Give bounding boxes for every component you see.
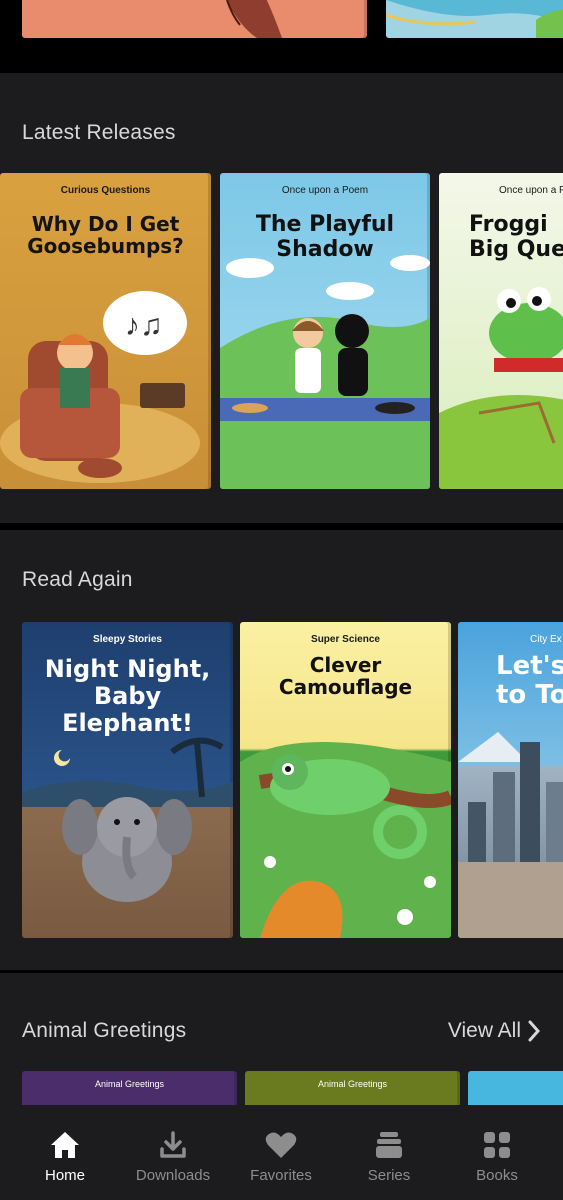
- book-card-froggi[interactable]: Once upon a P Froggi Big Que: [439, 173, 563, 489]
- top-carousel: [0, 0, 563, 72]
- nav-books[interactable]: Books: [442, 1105, 552, 1200]
- book-series: Super Science: [311, 634, 380, 645]
- animal-greetings-section: Animal Greetings View All Animal Greetin…: [0, 973, 563, 1113]
- book-title: Froggi Big Que: [469, 212, 563, 262]
- book-title: Why Do I Get Goosebumps?: [27, 212, 184, 259]
- view-all-button[interactable]: View All: [448, 1019, 541, 1043]
- nav-series[interactable]: Series: [334, 1105, 444, 1200]
- book-title: Let's to To: [496, 651, 563, 711]
- book-title: The Playful Shadow: [255, 212, 395, 262]
- book-series: Once upon a P: [499, 185, 563, 196]
- book-series: Once upon a Poem: [281, 185, 369, 196]
- section-title-animal-greetings: Animal Greetings: [22, 1019, 187, 1042]
- nav-books-label: Books: [476, 1167, 518, 1184]
- book-series: Curious Questions: [60, 185, 151, 196]
- nav-downloads-label: Downloads: [135, 1167, 211, 1184]
- nav-favorites-label: Favorites: [250, 1167, 312, 1184]
- stack-icon: [376, 1132, 402, 1158]
- book-card-lets-to[interactable]: City Ex Let's to To: [458, 622, 563, 938]
- nav-favorites[interactable]: Favorites: [226, 1105, 336, 1200]
- book-card-goosebumps[interactable]: ♪♫ Curious Questions Why Do I Get Gooseb…: [0, 173, 211, 489]
- nav-home-label: Home: [44, 1167, 85, 1184]
- svg-text:♪♫: ♪♫: [125, 309, 163, 342]
- book-series: Animal Greetings: [94, 1079, 165, 1089]
- latest-releases-section: Latest Releases ♪♫ Curious Questions Why…: [0, 73, 563, 523]
- book-card-night-night[interactable]: Sleepy Stories Night Night, Baby Elephan…: [22, 622, 233, 938]
- book-card-playful-shadow[interactable]: Once upon a Poem The Playful Shadow: [220, 173, 430, 489]
- book-cover-partial-1[interactable]: [22, 0, 367, 38]
- section-title-latest: Latest Releases: [22, 121, 176, 144]
- book-cover-partial-2[interactable]: [386, 0, 563, 38]
- view-all-label: View All: [447, 1019, 521, 1042]
- book-title: Night Night, Baby Elephant!: [44, 655, 211, 737]
- section-title-read-again: Read Again: [22, 568, 133, 591]
- bottom-navigation: Home Downloads Favorites Series Books: [0, 1105, 563, 1200]
- read-again-section-panel: Read Again Sleepy Stories Night Night, B…: [0, 530, 563, 970]
- book-card-clever-camouflage[interactable]: Super Science Clever Camouflage: [240, 622, 451, 938]
- nav-series-label: Series: [367, 1167, 411, 1184]
- grid-icon: [484, 1132, 510, 1158]
- nav-downloads[interactable]: Downloads: [118, 1105, 228, 1200]
- home-icon: [51, 1132, 79, 1158]
- nav-home[interactable]: Home: [10, 1105, 120, 1200]
- chevron-right-icon: [528, 1020, 541, 1042]
- heart-icon: [265, 1132, 297, 1158]
- book-series: City Ex: [530, 634, 562, 645]
- book-title: Clever Camouflage: [278, 653, 413, 700]
- book-series: Animal Greetings: [317, 1079, 388, 1089]
- download-icon: [160, 1131, 186, 1158]
- book-series: Sleepy Stories: [93, 634, 162, 645]
